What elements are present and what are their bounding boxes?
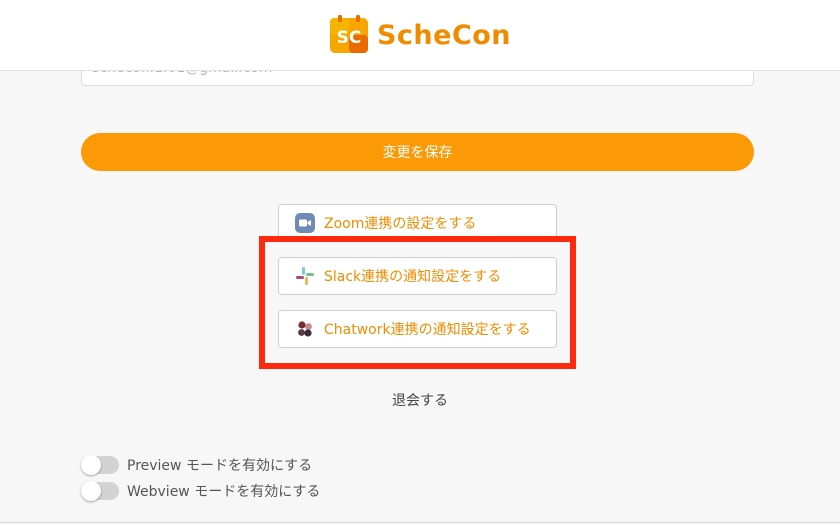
brand[interactable]: SC ScheCon xyxy=(329,15,511,55)
leave-account-link[interactable]: 退会する xyxy=(0,390,840,410)
app-header: SC ScheCon xyxy=(0,0,840,71)
toggle-knob xyxy=(81,481,101,501)
chatwork-icon xyxy=(295,319,315,339)
zoom-icon xyxy=(295,213,315,233)
svg-text:SC: SC xyxy=(337,28,362,48)
webview-mode-label: Webview モードを有効にする xyxy=(127,484,321,500)
zoom-settings-label: Zoom連携の設定をする xyxy=(324,216,477,232)
chatwork-settings-button[interactable]: Chatwork連携の通知設定をする xyxy=(278,310,557,348)
zoom-settings-button[interactable]: Zoom連携の設定をする xyxy=(278,204,557,242)
schecon-logo-icon: SC xyxy=(329,15,369,55)
preview-mode-toggle[interactable] xyxy=(81,455,119,475)
slack-settings-button[interactable]: Slack連携の通知設定をする xyxy=(278,257,557,295)
webview-mode-row: Webview モードを有効にする xyxy=(81,481,320,501)
preview-mode-label: Preview モードを有効にする xyxy=(127,458,313,474)
highlight-box xyxy=(259,236,576,369)
divider xyxy=(0,522,840,523)
webview-mode-toggle[interactable] xyxy=(81,481,119,501)
slack-settings-label: Slack連携の通知設定をする xyxy=(324,269,502,285)
brand-name: ScheCon xyxy=(376,19,512,51)
chatwork-settings-label: Chatwork連携の通知設定をする xyxy=(324,322,531,338)
save-button[interactable]: 変更を保存 xyxy=(81,133,754,171)
slack-icon xyxy=(295,266,315,286)
toggle-knob xyxy=(81,455,101,475)
preview-mode-row: Preview モードを有効にする xyxy=(81,455,312,475)
